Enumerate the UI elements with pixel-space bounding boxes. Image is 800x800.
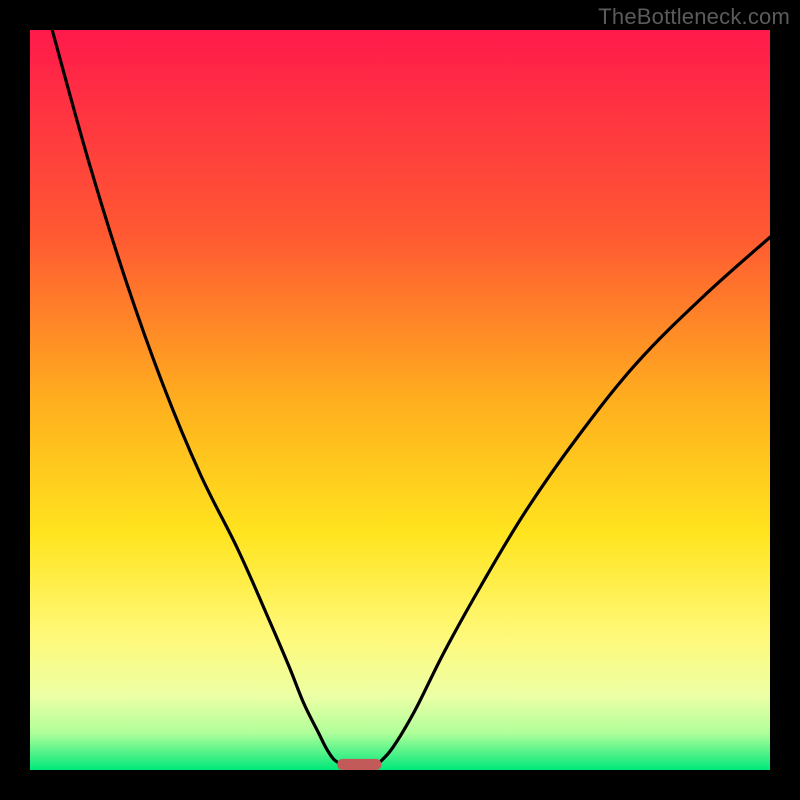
bottleneck-plot xyxy=(30,30,770,770)
minimum-marker xyxy=(337,759,381,770)
watermark-text: TheBottleneck.com xyxy=(598,4,790,30)
chart-container: TheBottleneck.com xyxy=(0,0,800,800)
gradient-background xyxy=(30,30,770,770)
